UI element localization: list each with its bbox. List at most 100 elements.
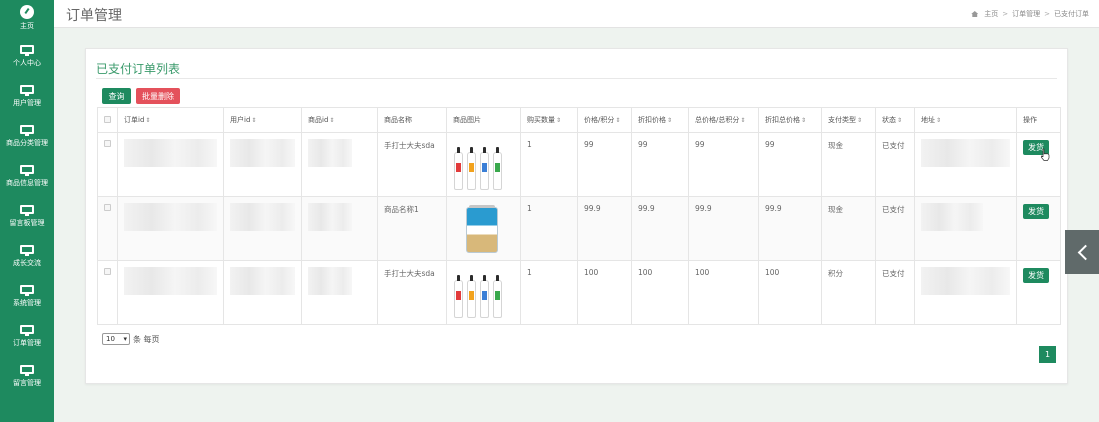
cell-discount-total: 99.9: [758, 196, 822, 261]
row-select[interactable]: [97, 196, 118, 261]
sidebar-item-label: 商品信息管理: [6, 178, 48, 187]
cell-address: [914, 196, 1017, 261]
col-pay-type[interactable]: 支付类型⇕: [821, 107, 876, 133]
cell-discount-price: 99: [631, 132, 689, 197]
sort-icon: ⇕: [857, 117, 863, 124]
row-select[interactable]: [97, 260, 118, 325]
sidebar-item-messages[interactable]: 留言管理: [0, 356, 54, 396]
cell-status: 已支付: [875, 132, 915, 197]
sidebar-item-growth[interactable]: 成长交流: [0, 236, 54, 276]
product-image-milk-bottles: [453, 268, 509, 320]
sidebar-item-label: 订单管理: [13, 338, 41, 347]
sidebar-item-home[interactable]: 主页: [0, 0, 54, 36]
sidebar-item-message-board[interactable]: 留言板管理: [0, 196, 54, 236]
divider: [96, 78, 1057, 79]
cell-discount-price: 99.9: [631, 196, 689, 261]
sort-icon: ⇕: [740, 117, 746, 124]
page-size-select[interactable]: 10: [102, 333, 130, 345]
cell-pay-type: 现金: [821, 196, 876, 261]
cell-quantity: 1: [520, 196, 578, 261]
cell-product-name: 商品名称1: [377, 196, 447, 261]
table-row: 手打士大夫sda 1 99 99 99 99 现金 已支付 发货: [97, 132, 1061, 197]
col-address[interactable]: 地址⇕: [914, 107, 1017, 133]
sidebar-item-label: 用户管理: [13, 98, 41, 107]
row-checkbox[interactable]: [104, 140, 111, 147]
cell-status: 已支付: [875, 196, 915, 261]
search-button[interactable]: 查询: [102, 88, 131, 104]
col-order-id[interactable]: 订单id⇕: [117, 107, 224, 133]
breadcrumb-orders[interactable]: 订单管理: [1012, 9, 1040, 19]
col-quantity[interactable]: 购买数量⇕: [520, 107, 578, 133]
cell-user-id: [223, 260, 302, 325]
monitor-icon: [20, 44, 34, 56]
ship-button[interactable]: 发货: [1023, 268, 1049, 283]
product-image-milk-bottles: [453, 140, 509, 192]
monitor-icon: [20, 124, 34, 136]
monitor-icon: [20, 164, 34, 176]
sidebar: 主页 个人中心 用户管理 商品分类管理 商品信息管理 留言板管理 成长交流 系统…: [0, 0, 54, 422]
cell-status: 已支付: [875, 260, 915, 325]
cell-product-id: [301, 196, 378, 261]
home-icon: [971, 11, 979, 17]
sidebar-item-orders[interactable]: 订单管理: [0, 316, 54, 356]
col-actions: 操作: [1016, 107, 1061, 133]
monitor-icon: [20, 284, 34, 296]
monitor-icon: [20, 324, 34, 336]
sidebar-item-products[interactable]: 商品信息管理: [0, 156, 54, 196]
monitor-icon: [20, 204, 34, 216]
col-price[interactable]: 价格/积分⇕: [577, 107, 632, 133]
select-all-checkbox[interactable]: [104, 115, 111, 123]
col-user-id[interactable]: 用户id⇕: [223, 107, 302, 133]
sort-icon: ⇕: [251, 117, 257, 124]
sidebar-item-label: 个人中心: [13, 58, 41, 67]
table-row: 商品名称1 1 99.9 99.9 99.9 99.9 现金 已支付 发货: [97, 196, 1061, 261]
row-select[interactable]: [97, 132, 118, 197]
col-product-name: 商品名称: [377, 107, 447, 133]
page-button-current[interactable]: 1: [1039, 346, 1056, 363]
sort-icon: ⇕: [145, 117, 151, 124]
select-all-cell[interactable]: [97, 107, 118, 133]
col-total-price[interactable]: 总价格/总积分⇕: [688, 107, 759, 133]
breadcrumb-current: 已支付订单: [1054, 10, 1089, 18]
ship-button[interactable]: 发货: [1023, 204, 1049, 219]
sidebar-item-label: 主页: [20, 22, 34, 30]
monitor-icon: [20, 244, 34, 256]
sort-icon: ⇕: [667, 117, 673, 124]
cell-product-name: 手打士大夫sda: [377, 260, 447, 325]
sidebar-item-users[interactable]: 用户管理: [0, 76, 54, 116]
row-checkbox[interactable]: [104, 268, 111, 275]
cell-discount-price: 100: [631, 260, 689, 325]
orders-panel: 已支付订单列表 查询 批量删除 订单id⇕ 用户id⇕ 商品id⇕ 商品名称 商…: [85, 48, 1068, 384]
breadcrumb-home[interactable]: 主页: [984, 9, 998, 19]
dashboard-icon: [20, 5, 34, 19]
cell-quantity: 1: [520, 132, 578, 197]
sidebar-item-categories[interactable]: 商品分类管理: [0, 116, 54, 156]
row-checkbox[interactable]: [104, 204, 111, 211]
sidebar-item-label: 留言板管理: [9, 218, 45, 227]
batch-delete-button[interactable]: 批量删除: [136, 88, 180, 104]
cell-pay-type: 现金: [821, 132, 876, 197]
breadcrumb: 主页 > 订单管理 > 已支付订单: [971, 9, 1089, 19]
cell-address: [914, 132, 1017, 197]
breadcrumb-separator: >: [1002, 10, 1009, 18]
col-status[interactable]: 状态⇕: [875, 107, 915, 133]
cell-product-id: [301, 132, 378, 197]
sort-icon: ⇕: [329, 117, 335, 124]
col-discount-price[interactable]: 折扣价格⇕: [631, 107, 689, 133]
col-discount-total[interactable]: 折扣总价格⇕: [758, 107, 822, 133]
sort-icon: ⇕: [936, 117, 942, 124]
sidebar-item-system[interactable]: 系统管理: [0, 276, 54, 316]
sidebar-item-profile[interactable]: 个人中心: [0, 36, 54, 76]
page-title: 订单管理: [66, 8, 122, 24]
orders-table: 订单id⇕ 用户id⇕ 商品id⇕ 商品名称 商品图片 购买数量⇕ 价格/积分⇕…: [97, 107, 1061, 325]
side-panel-toggle[interactable]: [1065, 230, 1099, 274]
sidebar-item-label: 成长交流: [13, 258, 41, 267]
sort-icon: ⇕: [556, 117, 562, 124]
col-product-id[interactable]: 商品id⇕: [301, 107, 378, 133]
cell-quantity: 1: [520, 260, 578, 325]
cell-discount-total: 99: [758, 132, 822, 197]
breadcrumb-separator: >: [1044, 10, 1050, 18]
cell-user-id: [223, 132, 302, 197]
cell-actions: 发货: [1016, 260, 1061, 325]
product-image-formula-can: [453, 204, 509, 256]
